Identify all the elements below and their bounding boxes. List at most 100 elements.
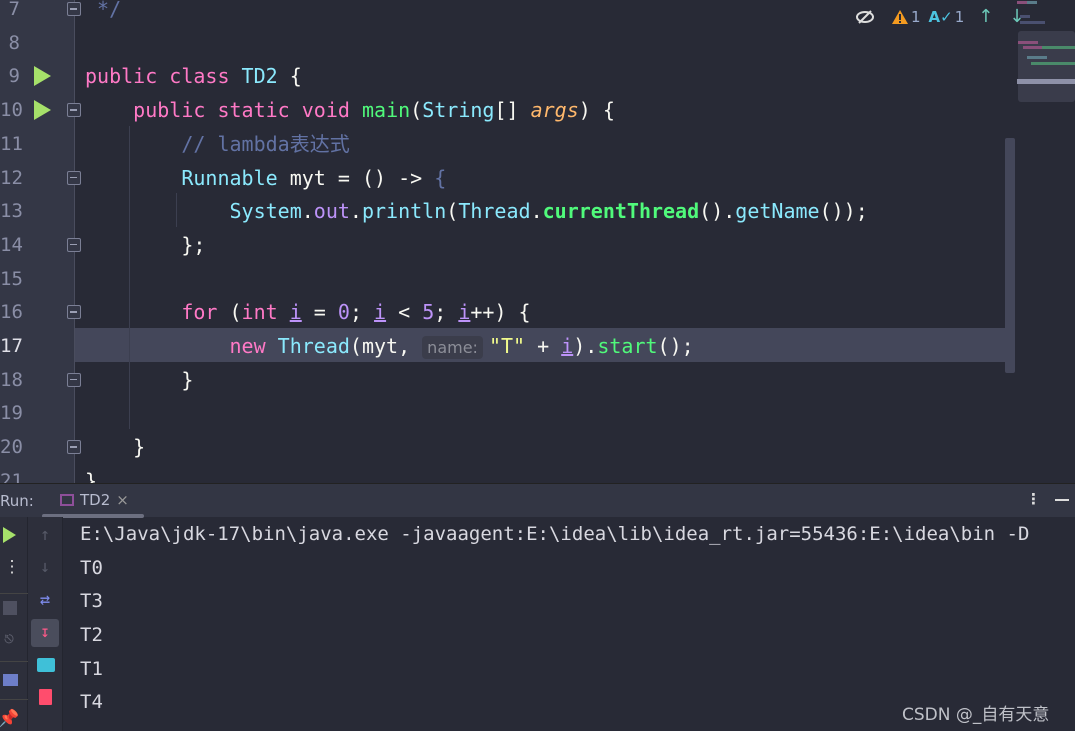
editor-scrollbar[interactable] [1005, 138, 1015, 373]
soft-wrap-icon[interactable]: ⇄ [33, 590, 57, 610]
tab-td2[interactable]: TD2 × [60, 491, 129, 509]
code-token: class [169, 64, 242, 89]
line-number: 7 [8, 0, 20, 20]
code-token: start [597, 334, 658, 358]
console-line: T1 [80, 657, 103, 680]
code-line[interactable]: } [85, 430, 145, 464]
run-label: Run: [0, 492, 34, 510]
scroll-to-end-button[interactable]: ↧ [31, 619, 59, 647]
previous-highlight-icon[interactable]: ↑ [978, 6, 993, 27]
warning-icon [892, 9, 908, 24]
fold-marker-icon[interactable] [67, 103, 81, 118]
code-token: i [374, 300, 387, 325]
fold-marker-icon[interactable] [67, 237, 81, 252]
code-token: myt = () -> [289, 165, 435, 190]
code-token: . [301, 199, 314, 224]
code-token: for [181, 300, 230, 325]
clear-console-icon[interactable] [39, 689, 52, 705]
code-token: ) { [578, 98, 615, 123]
warnings-count: 1 [911, 7, 921, 26]
line-number: 15 [0, 267, 23, 290]
console-line: T3 [80, 590, 103, 613]
typo-icon: A✓ [928, 7, 953, 26]
code-token: currentThread [542, 199, 700, 224]
code-token: main [361, 98, 411, 123]
code-line[interactable]: } [85, 464, 97, 483]
line-number: 20 [0, 436, 23, 459]
watermark: CSDN @_自有天意 [902, 705, 1050, 725]
code-line[interactable]: public static void main(String[] args) { [85, 93, 615, 127]
code-token: System [229, 199, 302, 224]
code-line[interactable]: new Thread(myt, name: "T" + i).start(); [85, 329, 694, 363]
code-line[interactable]: */ [85, 0, 121, 26]
code-line[interactable]: Runnable myt = () -> { [85, 161, 446, 195]
tab-label: TD2 [80, 491, 111, 509]
minimap[interactable] [1017, 0, 1075, 110]
run-gutter-icon[interactable] [34, 66, 51, 87]
code-token: } [85, 435, 146, 460]
code-line[interactable]: for (int i = 0; i < 5; i++) { [85, 295, 530, 329]
inspection-widget[interactable]: 1 A✓ 1 ↑ ↓ [855, 6, 1024, 27]
console-line: E:\Java\jdk-17\bin\java.exe -javaagent:E… [80, 523, 1030, 545]
code-token: } [85, 367, 194, 392]
console-line: T4 [80, 691, 103, 714]
line-number: 10 [0, 99, 23, 122]
line-number: 11 [0, 132, 23, 155]
code-line[interactable]: } [85, 363, 193, 397]
code-token: println [361, 199, 447, 224]
code-token: // lambda表达式 [181, 131, 350, 156]
minimize-icon[interactable] [1055, 499, 1069, 501]
fold-marker-icon[interactable] [67, 372, 81, 387]
code-line[interactable]: public class TD2 { [85, 59, 302, 93]
code-token: ( [410, 98, 423, 123]
console-line: T2 [80, 624, 103, 647]
code-token: 5 [422, 300, 435, 325]
code-token: i [289, 300, 302, 325]
code-editor[interactable]: 7 */8 9 public class TD2 {10 public static… [0, 0, 1075, 483]
run-toolbar: ⋮ ⎋ 📌 [0, 517, 28, 731]
fold-marker-icon[interactable] [67, 170, 81, 185]
console-output[interactable]: E:\Java\jdk-17\bin\java.exe -javaagent:E… [80, 518, 1029, 720]
code-token: (myt, [349, 334, 423, 358]
rerun-icon[interactable] [3, 527, 16, 543]
close-tab-icon[interactable]: × [116, 491, 129, 509]
code-line[interactable]: }; [85, 228, 205, 262]
up-arrow-icon[interactable]: ↑ [33, 525, 57, 545]
pin-icon[interactable]: 📌 [0, 709, 21, 729]
code-token: i [458, 300, 471, 325]
line-number: 12 [0, 166, 23, 189]
fold-marker-icon[interactable] [67, 305, 81, 320]
code-token: args [530, 98, 579, 123]
console-toolbar: ↑ ↓ ⇄ ↧ [28, 517, 63, 731]
code-token: + [525, 334, 562, 358]
code-token: "T" [488, 334, 526, 358]
code-line[interactable]: // lambda表达式 [85, 127, 350, 161]
code-token: void [301, 98, 362, 123]
code-token: (); [657, 334, 694, 358]
code-token: < [386, 300, 423, 325]
code-token: Runnable [181, 165, 290, 190]
fold-marker-icon[interactable] [67, 2, 81, 16]
code-token: ( [229, 300, 242, 325]
more-icon[interactable]: ⋮ [0, 557, 24, 577]
typos-counter[interactable]: A✓ 1 [929, 8, 965, 26]
warnings-counter[interactable]: 1 [891, 8, 921, 26]
typos-count: 1 [954, 7, 965, 26]
attach-debugger-icon[interactable]: ⎋ [0, 629, 21, 649]
fold-marker-icon[interactable] [67, 440, 81, 455]
code-token: . [530, 199, 543, 224]
code-line[interactable]: System.out.println(Thread.currentThread(… [85, 194, 868, 228]
options-menu-icon[interactable]: ⋮ [1026, 490, 1041, 508]
code-token: ( [446, 199, 459, 224]
down-arrow-icon[interactable]: ↓ [33, 557, 57, 577]
code-token: TD2 [241, 64, 290, 89]
layout-icon[interactable] [3, 674, 18, 686]
stop-icon[interactable] [3, 601, 17, 615]
code-token: Thread [458, 199, 531, 224]
reader-mode-icon[interactable] [855, 9, 875, 24]
print-icon[interactable] [37, 658, 55, 672]
run-gutter-icon[interactable] [34, 100, 51, 121]
